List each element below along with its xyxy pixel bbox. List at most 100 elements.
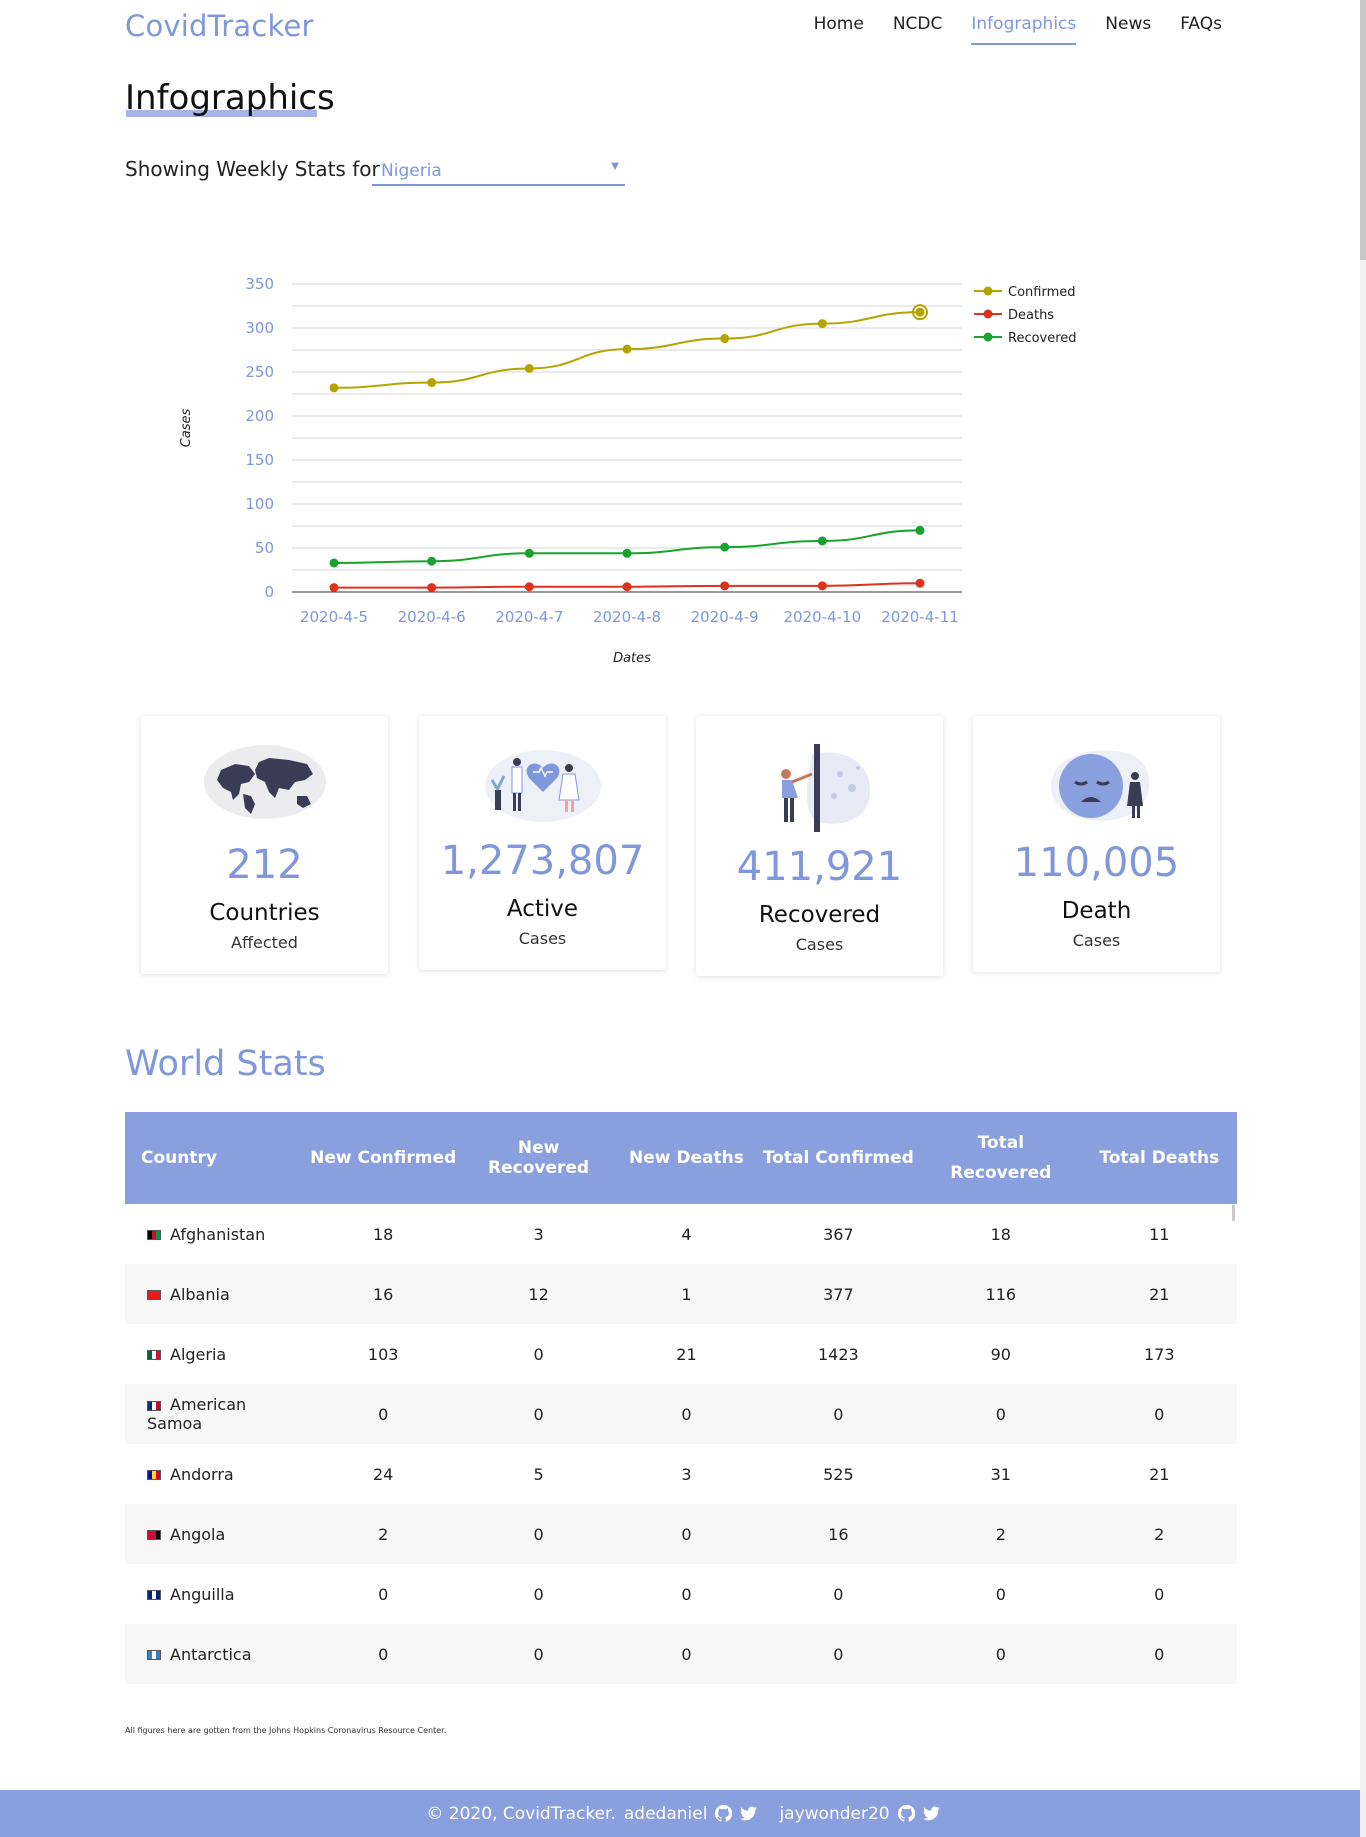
stat-cell: 16 <box>756 1504 921 1564</box>
weekly-line-chart: 0 50 100 150 200 250 300 350 2020-4-5 2020-4-6 202… <box>160 270 1100 680</box>
table-row[interactable]: Afghanistan 18 3 4 367 18 11 <box>125 1204 1237 1264</box>
countries-sublabel: Affected <box>231 933 298 952</box>
table-row[interactable]: Andorra 24 5 3 525 31 21 <box>125 1444 1237 1504</box>
x-tick-label: 2020-4-5 <box>300 608 368 626</box>
footer-author-1[interactable]: adedaniel <box>624 1804 708 1824</box>
stat-cell: 0 <box>378 1584 389 1604</box>
data-point-confirmed <box>524 363 534 373</box>
stat-cell: 0 <box>995 1584 1006 1604</box>
y-tick-label: 250 <box>245 363 274 381</box>
col-total-recovered[interactable]: Total Recovered <box>920 1112 1082 1204</box>
site-logo[interactable]: CovidTracker <box>125 9 314 43</box>
table-scrollbar[interactable] <box>1232 1205 1235 1221</box>
nav-news[interactable]: News <box>1105 14 1151 45</box>
stat-cell: 3 <box>681 1464 692 1484</box>
stat-cell: 90 <box>990 1344 1011 1364</box>
nav-home[interactable]: Home <box>814 14 864 45</box>
stat-cell: 0 <box>833 1584 844 1604</box>
footer: © 2020, CovidTracker. adedaniel jaywonde… <box>0 1790 1366 1837</box>
twitter-icon[interactable] <box>922 1805 940 1822</box>
country-select[interactable]: Nigeria ▼ <box>372 158 625 186</box>
death-sublabel: Cases <box>1072 931 1121 950</box>
stat-cell: 18 <box>990 1224 1011 1244</box>
page: CovidTracker Home NCDC Infographics News… <box>0 0 1366 1837</box>
table-row[interactable]: Angola 2 0 0 16 2 2 <box>125 1504 1237 1564</box>
stat-cell: 116 <box>920 1264 1082 1324</box>
data-point-deaths <box>817 581 827 591</box>
stat-cell: 0 <box>1081 1384 1237 1444</box>
col-total-deaths[interactable]: Total Deaths <box>1081 1112 1237 1204</box>
col-total-confirmed[interactable]: Total Confirmed <box>756 1112 921 1204</box>
table-row[interactable]: American Samoa 0 0 0 0 0 0 <box>125 1384 1237 1444</box>
twitter-icon[interactable] <box>740 1805 758 1822</box>
country-cell: Albania <box>125 1264 306 1324</box>
country-cell: American Samoa <box>125 1384 306 1444</box>
nav-ncdc[interactable]: NCDC <box>893 14 943 45</box>
col-new-deaths[interactable]: New Deaths <box>616 1112 757 1204</box>
stat-cell: 0 <box>1081 1624 1237 1684</box>
x-tick-label: 2020-4-6 <box>398 608 466 626</box>
col-country[interactable]: Country <box>125 1112 306 1204</box>
card-death: 110,005 Death Cases <box>973 716 1220 972</box>
data-point-confirmed <box>329 383 339 393</box>
data-point-confirmed <box>622 344 632 354</box>
stat-cell: 173 <box>1144 1344 1175 1364</box>
nav-faqs[interactable]: FAQs <box>1180 14 1222 45</box>
stat-cell: 12 <box>460 1264 617 1324</box>
y-tick-label: 50 <box>255 539 274 557</box>
data-point-recovered <box>817 536 827 546</box>
data-point-confirmed <box>915 307 925 317</box>
stat-cell: 0 <box>1154 1584 1165 1604</box>
legend-marker <box>983 309 993 319</box>
table-row[interactable]: Albania 16 12 1 377 116 21 <box>125 1264 1237 1324</box>
card-countries: 212 Countries Affected <box>141 716 388 974</box>
stat-cell: 2 <box>1081 1504 1237 1564</box>
active-sublabel: Cases <box>518 929 567 948</box>
country-select-value: Nigeria <box>381 161 442 181</box>
stat-cell: 377 <box>756 1264 921 1324</box>
x-tick-label: 2020-4-11 <box>881 608 959 626</box>
x-axis-label: Dates <box>613 651 651 666</box>
stat-cell: 0 <box>681 1584 692 1604</box>
world-stats-table-wrap[interactable]: Country New Confirmed New Recovered New … <box>125 1112 1237 1702</box>
stat-cell: 0 <box>305 1624 461 1684</box>
stat-cell: 0 <box>460 1504 617 1564</box>
countries-label: Countries <box>209 900 320 926</box>
country-cell: Antarctica <box>125 1624 306 1684</box>
stat-cell: 0 <box>533 1344 544 1364</box>
y-tick-label: 200 <box>245 407 274 425</box>
data-point-recovered <box>622 548 632 558</box>
series-line-recovered <box>333 529 921 564</box>
table-row[interactable]: Algeria 103 0 21 1423 90 173 <box>125 1324 1237 1384</box>
page-scrollbar-thumb[interactable] <box>1360 0 1366 260</box>
data-point-deaths <box>524 582 534 592</box>
nav-infographics[interactable]: Infographics <box>971 14 1077 45</box>
stat-cell: 24 <box>372 1464 394 1484</box>
footer-author-2[interactable]: jaywonder20 <box>779 1804 889 1824</box>
stat-cell: 367 <box>823 1224 854 1244</box>
stat-cell: 21 <box>1149 1464 1170 1484</box>
col-new-recovered[interactable]: New Recovered <box>460 1112 617 1204</box>
stat-cell: 0 <box>616 1624 757 1684</box>
recovered-sublabel: Cases <box>795 935 844 954</box>
stat-cell: 0 <box>305 1384 461 1444</box>
country-name: Andorra <box>170 1464 234 1484</box>
y-tick-label: 300 <box>245 319 274 337</box>
flag-icon <box>147 1400 161 1411</box>
world-map-icon <box>203 744 327 824</box>
table-row[interactable]: Anguilla 0 0 0 0 0 0 <box>125 1564 1237 1624</box>
flag-icon <box>147 1470 161 1480</box>
doctors-heart-icon <box>483 742 603 830</box>
page-scrollbar[interactable] <box>1360 0 1366 1837</box>
github-icon[interactable] <box>715 1805 733 1822</box>
table-body: Afghanistan 18 3 4 367 18 11 Albania 16 12 1 377 116… <box>125 1204 1237 1684</box>
table-row[interactable]: Antarctica 0 0 0 0 0 0 <box>125 1624 1237 1684</box>
stat-cell: 0 <box>533 1584 544 1604</box>
data-point-recovered <box>720 542 730 552</box>
github-icon[interactable] <box>897 1805 915 1822</box>
stat-cell: 21 <box>676 1344 697 1364</box>
col-new-confirmed[interactable]: New Confirmed <box>305 1112 461 1204</box>
stat-cell: 0 <box>616 1504 757 1564</box>
stat-cell: 525 <box>823 1464 854 1484</box>
weekly-stats-label: Showing Weekly Stats for <box>125 157 380 181</box>
